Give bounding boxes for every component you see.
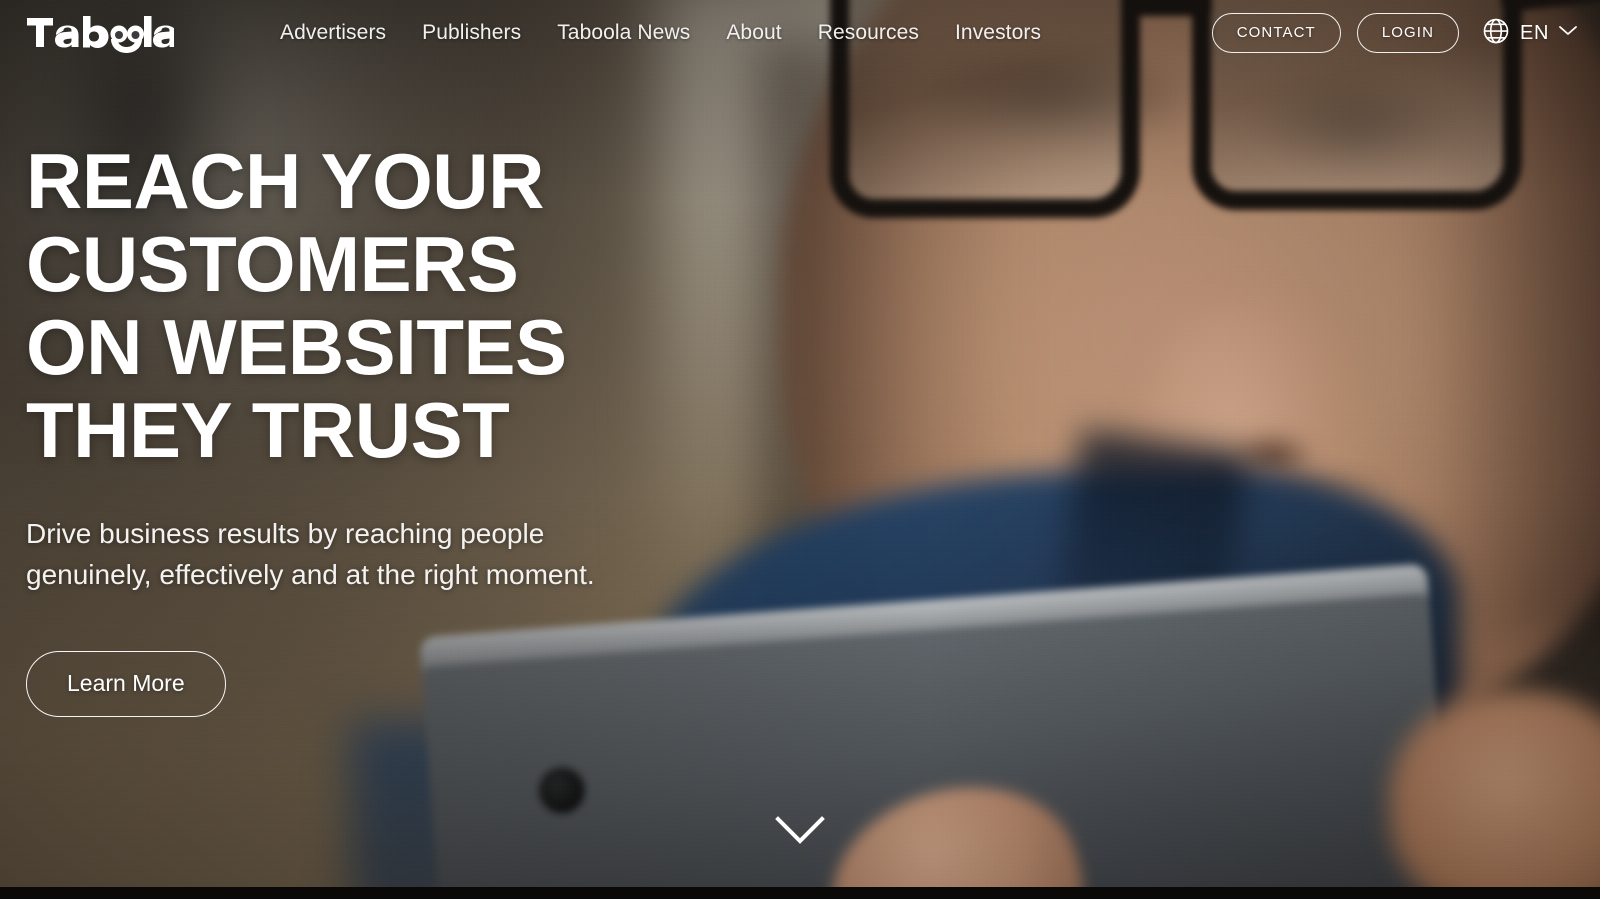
nav-link-about[interactable]: About bbox=[726, 21, 781, 45]
nav-link-advertisers[interactable]: Advertisers bbox=[280, 21, 386, 45]
hero-subheadline-line-2: genuinely, effectively and at the right … bbox=[26, 559, 595, 590]
language-value: EN bbox=[1520, 21, 1549, 44]
hero-headline: REACH YOUR CUSTOMERS ON WEBSITES THEY TR… bbox=[26, 140, 746, 472]
chevron-down-icon bbox=[1558, 24, 1578, 42]
hero-subheadline-line-1: Drive business results by reaching peopl… bbox=[26, 518, 545, 549]
scroll-down-chevron-icon[interactable] bbox=[772, 813, 828, 847]
hero-subheadline: Drive business results by reaching peopl… bbox=[26, 513, 686, 595]
hero-headline-line-2: CUSTOMERS bbox=[26, 220, 519, 308]
top-navigation-bar: Advertisers Publishers Taboola News Abou… bbox=[0, 0, 1600, 66]
nav-link-investors[interactable]: Investors bbox=[955, 21, 1041, 45]
nav-link-taboola-news[interactable]: Taboola News bbox=[557, 21, 690, 45]
taboola-logo[interactable] bbox=[26, 11, 174, 55]
globe-icon bbox=[1481, 16, 1511, 51]
hero-headline-line-1: REACH YOUR bbox=[26, 137, 544, 225]
hero-headline-line-4: THEY TRUST bbox=[26, 386, 510, 474]
nav-actions: CONTACT LOGIN EN bbox=[1211, 13, 1578, 53]
nav-link-resources[interactable]: Resources bbox=[818, 21, 919, 45]
bottom-edge-strip bbox=[0, 887, 1600, 899]
nav-link-publishers[interactable]: Publishers bbox=[422, 21, 521, 45]
hero-page: Advertisers Publishers Taboola News Abou… bbox=[0, 0, 1600, 899]
hero-content: REACH YOUR CUSTOMERS ON WEBSITES THEY TR… bbox=[26, 140, 746, 717]
learn-more-button[interactable]: Learn More bbox=[26, 651, 226, 717]
login-button[interactable]: LOGIN bbox=[1356, 13, 1460, 53]
taboola-smiley-logo bbox=[27, 16, 174, 53]
language-selector[interactable]: EN bbox=[1475, 16, 1578, 51]
contact-button[interactable]: CONTACT bbox=[1211, 13, 1341, 53]
primary-nav-links: Advertisers Publishers Taboola News Abou… bbox=[280, 21, 1041, 45]
hero-headline-line-3: ON WEBSITES bbox=[26, 303, 567, 391]
